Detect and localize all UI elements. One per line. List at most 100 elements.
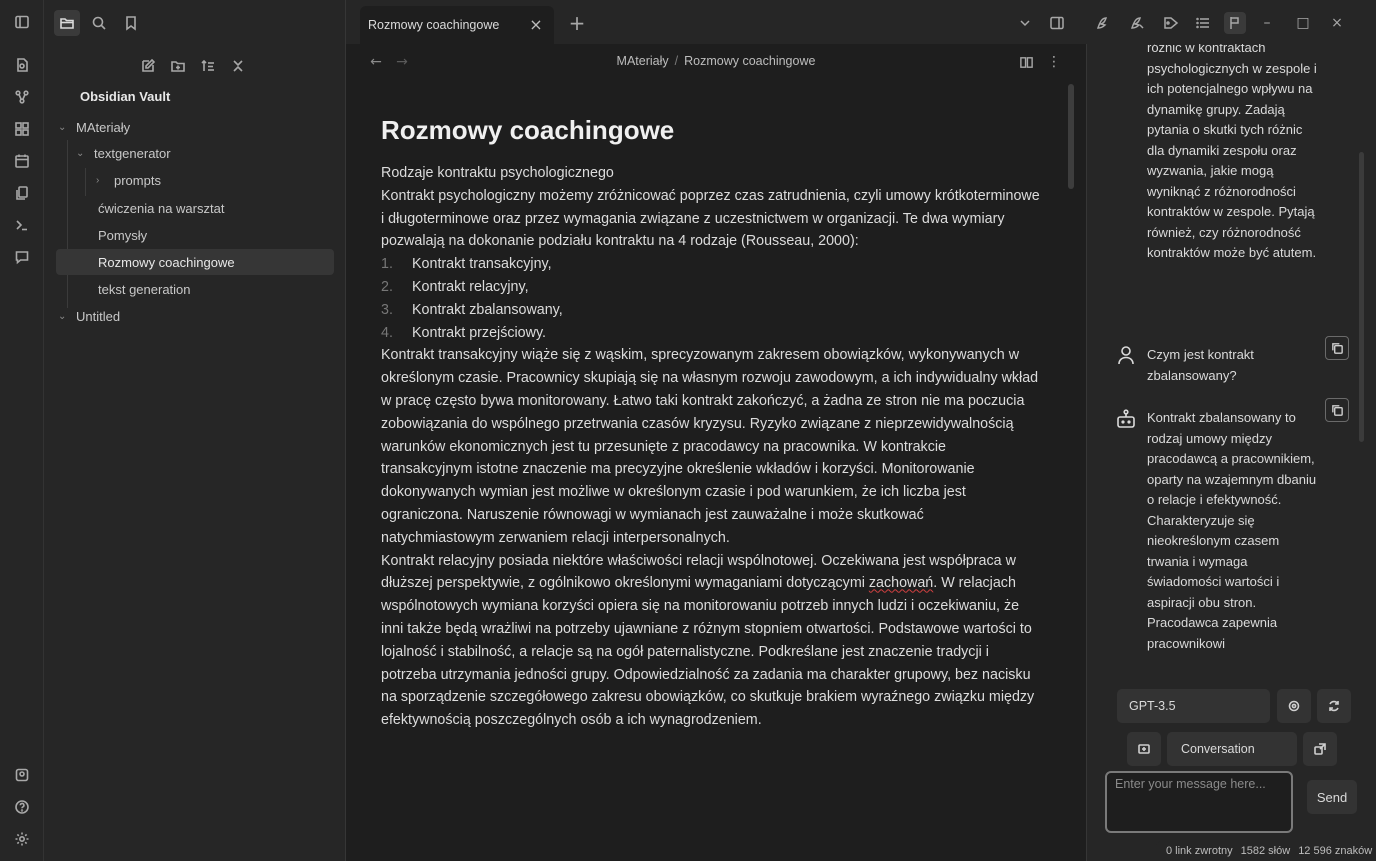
editor-pane: ← → MAteriały / Rozmowy coachingowe ⋮ Rozm…	[346, 44, 1086, 861]
new-tab-icon[interactable]: +	[566, 12, 588, 34]
maximize-window-icon[interactable]: □	[1292, 12, 1314, 34]
editor-scrollbar[interactable]	[1068, 84, 1074, 189]
tab-title: Rozmowy coachingowe	[368, 18, 500, 32]
tree-file-pomysly[interactable]: Pomysły	[80, 222, 334, 248]
status-bar: 0 link zwrotny 1582 słów 12 596 znaków	[1156, 841, 1376, 861]
left-ribbon	[0, 0, 44, 861]
list-item: 1. Kontrakt transakcyjny,	[381, 253, 1041, 276]
list-item: 2. Kontrakt relacyjny,	[381, 276, 1041, 299]
command-palette-icon[interactable]	[10, 213, 34, 237]
canvas-icon[interactable]	[10, 117, 34, 141]
daily-note-calendar-icon[interactable]	[10, 149, 34, 173]
list-item-text: Kontrakt relacyjny,	[412, 278, 529, 295]
chat-panel: różnic w kontraktach psychologicznych w …	[1086, 44, 1376, 861]
editor-header: ← → MAteriały / Rozmowy coachingowe ⋮	[346, 44, 1086, 80]
mode-select[interactable]: Conversation	[1167, 732, 1297, 766]
tree-file-tekst-generation[interactable]: tekst generation	[80, 276, 334, 302]
word-count: 1582 słów	[1240, 845, 1291, 857]
breadcrumb-folder[interactable]: MAteriały	[617, 54, 669, 68]
chevron-down-icon: ⌄	[76, 147, 85, 159]
tree-indent-guide	[67, 140, 68, 308]
list-number: 3.	[381, 301, 393, 318]
outline-list-icon[interactable]	[1192, 12, 1214, 34]
files-tab-folder-icon[interactable]	[54, 10, 80, 36]
paragraph: Kontrakt psychologiczny możemy zróżnicow…	[381, 187, 1040, 250]
collapse-all-icon[interactable]	[227, 55, 249, 77]
misspelled-word[interactable]: zachowań	[869, 575, 933, 591]
user-message: Czym jest kontrakt zbalansowany?	[1147, 347, 1254, 383]
document-content[interactable]: Rozmowy coachingowe Rodzaje kontraktu ps…	[381, 112, 1041, 732]
backlinks-count[interactable]: 0 link zwrotny	[1166, 845, 1233, 857]
bot-icon	[1115, 408, 1137, 430]
list-item-text: Kontrakt przejściowy.	[412, 324, 547, 341]
assistant-message: Kontrakt zbalansowany to rodzaj umowy mi…	[1147, 410, 1317, 651]
tree-folder-prompts[interactable]: › prompts	[96, 167, 334, 193]
char-count: 12 596 znaków	[1298, 845, 1373, 857]
chevron-right-icon: ›	[96, 174, 100, 186]
tree-item-label: Untitled	[76, 308, 121, 324]
tree-folder-materialy[interactable]: ⌄ MAteriały	[58, 114, 334, 140]
reading-view-book-icon[interactable]	[1016, 52, 1036, 72]
tree-file-rozmowy-coachingowe[interactable]: Rozmowy coachingowe	[56, 249, 334, 275]
text-generator-icon[interactable]	[1092, 12, 1114, 34]
templates-icon[interactable]	[10, 181, 34, 205]
tree-item-label: Rozmowy coachingowe	[98, 254, 235, 270]
tree-item-label: MAteriały	[76, 119, 131, 135]
open-external-icon[interactable]	[1303, 732, 1337, 766]
toggle-right-sidebar-icon[interactable]	[1046, 12, 1068, 34]
tree-folder-untitled[interactable]: ⌄ Untitled	[58, 303, 334, 329]
user-icon	[1115, 344, 1137, 366]
model-settings-icon[interactable]	[1277, 689, 1311, 723]
list-number: 1.	[381, 256, 393, 273]
minimize-window-icon[interactable]: –	[1256, 12, 1278, 34]
tag-icon[interactable]	[1160, 12, 1182, 34]
mode-select-value: Conversation	[1181, 742, 1255, 756]
file-explorer-sidebar: Obsidian Vault ⌄ MAteriały ⌄ textgenerat…	[44, 0, 346, 861]
tab-rozmowy-coachingowe[interactable]: Rozmowy coachingowe ×	[360, 6, 554, 44]
tree-item-label: textgenerator	[94, 145, 171, 161]
assistant-message-previous: różnic w kontraktach psychologicznych w …	[1147, 44, 1317, 260]
breadcrumb: MAteriały / Rozmowy coachingowe	[346, 54, 1086, 68]
numbered-list: 1. Kontrakt transakcyjny, 2. Kontrakt rela…	[381, 253, 1041, 344]
save-conversation-icon[interactable]	[1127, 732, 1161, 766]
settings-gear-icon[interactable]	[10, 827, 34, 851]
tree-folder-textgenerator[interactable]: ⌄ textgenerator	[76, 140, 334, 166]
list-item-text: Kontrakt transakcyjny,	[412, 256, 552, 273]
chat-messages[interactable]: różnic w kontraktach psychologicznych w …	[1087, 44, 1376, 684]
sort-order-icon[interactable]	[197, 55, 219, 77]
paragraph: Kontrakt transakcyjny wiąże się z wąskim…	[381, 347, 1039, 546]
file-explorer-actions	[44, 52, 346, 80]
new-folder-icon[interactable]	[167, 55, 189, 77]
message-input[interactable]	[1105, 771, 1293, 833]
refresh-icon[interactable]	[1317, 689, 1351, 723]
help-icon[interactable]	[10, 795, 34, 819]
chat-panel-icon[interactable]	[1224, 12, 1246, 34]
search-tab-icon[interactable]	[86, 10, 112, 36]
list-item: 4. Kontrakt przejściowy.	[381, 322, 1041, 345]
text-generator-template-icon[interactable]	[1126, 12, 1148, 34]
breadcrumb-file[interactable]: Rozmowy coachingowe	[684, 54, 815, 68]
new-note-icon[interactable]	[137, 55, 159, 77]
close-window-icon[interactable]: ×	[1326, 12, 1348, 34]
list-item: 3. Kontrakt zbalansowany,	[381, 299, 1041, 322]
more-options-icon[interactable]: ⋮	[1044, 52, 1064, 72]
paragraph: Kontrakt relacyjny posiada niektóre właś…	[381, 550, 1041, 732]
bookmarks-tab-icon[interactable]	[118, 10, 144, 36]
chat-icon[interactable]	[10, 245, 34, 269]
document-title: Rozmowy coachingowe	[381, 115, 675, 145]
graph-view-icon[interactable]	[10, 85, 34, 109]
vault-switcher-icon[interactable]	[10, 763, 34, 787]
tab-list-chevron-down-icon[interactable]	[1014, 12, 1036, 34]
send-button[interactable]: Send	[1307, 780, 1357, 814]
open-quick-switcher-icon[interactable]	[10, 53, 34, 77]
chat-scrollbar[interactable]	[1359, 152, 1364, 442]
close-tab-icon[interactable]: ×	[526, 14, 546, 34]
model-select[interactable]: GPT-3.5	[1117, 689, 1270, 723]
tree-file-cwiczenia[interactable]: ćwiczenia na warsztat	[80, 195, 334, 221]
toggle-sidebar-icon[interactable]	[10, 10, 34, 34]
model-select-value: GPT-3.5	[1129, 699, 1176, 713]
tree-item-label: tekst generation	[98, 281, 191, 297]
copy-message-icon[interactable]	[1325, 336, 1349, 360]
sidebar-tab-bar	[44, 0, 346, 44]
copy-message-icon[interactable]	[1325, 398, 1349, 422]
